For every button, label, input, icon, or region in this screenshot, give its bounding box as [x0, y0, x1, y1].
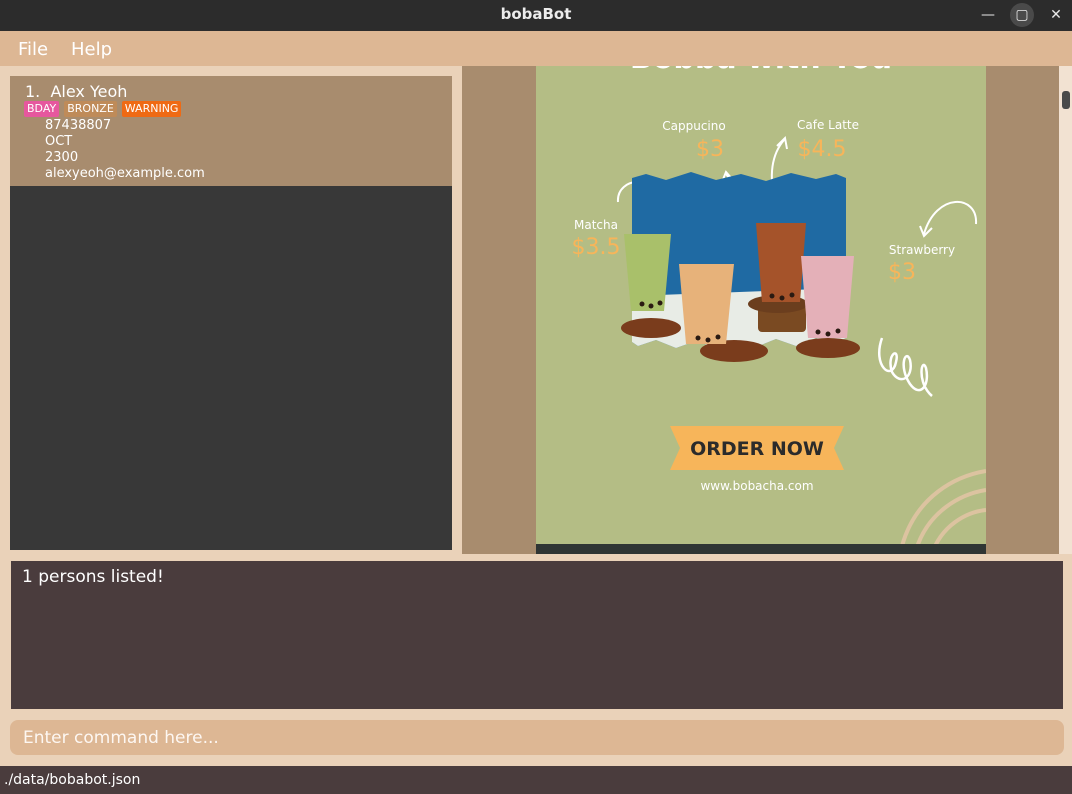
- result-message: 1 persons listed!: [22, 567, 164, 587]
- menu-help[interactable]: Help: [71, 39, 112, 60]
- scrollbar-thumb[interactable]: [1062, 91, 1070, 109]
- person-email: alexyeoh@example.com: [45, 166, 205, 181]
- drink-price-cafe-latte: $4.5: [798, 137, 847, 162]
- tag-bday: BDAY: [24, 101, 60, 117]
- person-reward-points: 2300: [45, 150, 79, 165]
- maximize-icon[interactable]: ▢: [1010, 3, 1034, 27]
- drink-price-cappucino: $3: [696, 137, 724, 162]
- drink-name-cappucino: Cappucino: [662, 119, 725, 133]
- menu-image-panel: Bobba with You Cappucino $3 Cafe Latte $…: [462, 66, 1059, 554]
- person-name-text: Alex Yeoh: [50, 82, 128, 101]
- command-box[interactable]: [10, 720, 1064, 755]
- person-birthday-month: OCT: [45, 134, 73, 149]
- tag-warning: WARNING: [121, 101, 182, 117]
- tag-bronze: BRONZE: [64, 101, 117, 117]
- menu-file[interactable]: File: [18, 39, 48, 60]
- order-now-label: ORDER NOW: [690, 438, 824, 460]
- website-label: www.bobacha.com: [700, 479, 813, 493]
- drink-name-cafe-latte: Cafe Latte: [797, 118, 859, 132]
- menu-bar: File Help: [0, 31, 1072, 66]
- close-icon[interactable]: ✕: [1044, 3, 1068, 27]
- drink-name-matcha: Matcha: [574, 218, 618, 232]
- drink-price-strawberry: $3: [888, 260, 916, 285]
- person-list-panel[interactable]: 1. Alex Yeoh BDAY BRONZE WARNING 8743880…: [10, 76, 452, 550]
- drink-name-strawberry: Strawberry: [889, 243, 955, 257]
- title-bar: bobaBot — ▢ ✕: [0, 0, 1072, 31]
- drink-price-matcha: $3.5: [572, 235, 621, 260]
- image-scrollbar[interactable]: [1059, 66, 1072, 554]
- person-index: 1.: [25, 82, 41, 101]
- status-bar: ./data/bobabot.json: [0, 766, 1072, 794]
- person-card[interactable]: 1. Alex Yeoh BDAY BRONZE WARNING 8743880…: [10, 76, 452, 186]
- result-display: 1 persons listed!: [11, 561, 1063, 709]
- person-phone: 87438807: [45, 118, 112, 133]
- minimize-icon[interactable]: —: [976, 3, 1000, 27]
- window-title: bobaBot: [500, 5, 572, 23]
- person-name: 1. Alex Yeoh: [25, 82, 127, 101]
- drinks-photo: [621, 172, 860, 362]
- tag-list: BDAY BRONZE WARNING: [24, 101, 182, 117]
- poster-heading: Bobba with You: [630, 66, 892, 76]
- save-location: ./data/bobabot.json: [4, 772, 141, 788]
- boba-poster: Bobba with You Cappucino $3 Cafe Latte $…: [536, 66, 986, 554]
- poster-graphic: Bobba with You Cappucino $3 Cafe Latte $…: [536, 66, 986, 554]
- command-input[interactable]: [10, 720, 1064, 755]
